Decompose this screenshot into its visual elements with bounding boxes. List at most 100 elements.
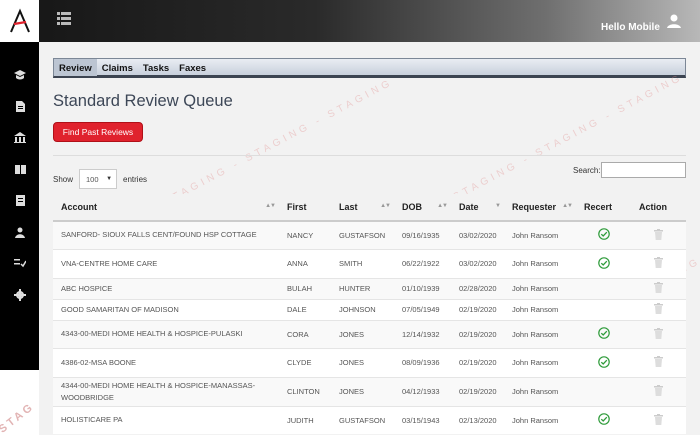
dob-cell: 03/15/1943 bbox=[394, 405, 451, 434]
column-header[interactable]: DOB ▲▼ bbox=[394, 194, 451, 222]
document-icon[interactable] bbox=[13, 99, 27, 113]
search-label: Search: bbox=[573, 166, 601, 175]
date-cell: 02/28/2020 bbox=[451, 277, 504, 299]
check-circle-icon bbox=[597, 327, 610, 341]
user-icon[interactable] bbox=[666, 13, 682, 34]
trash-icon[interactable] bbox=[654, 385, 663, 398]
trash-icon[interactable] bbox=[654, 303, 663, 316]
entries-select[interactable]: 100 ▼ bbox=[79, 169, 118, 189]
table-row[interactable]: HOLISTICARE PA JUDITH GUSTAFSON 03/15/1943 0… bbox=[53, 405, 686, 434]
column-header-label: Account bbox=[61, 202, 97, 212]
requester-cell: John Ransom bbox=[504, 248, 576, 278]
date-cell: 02/19/2020 bbox=[451, 376, 504, 406]
date-cell: 03/02/2020 bbox=[451, 220, 504, 249]
table-row[interactable]: 4343-00-MEDI HOME HEALTH & HOSPICE-PULAS… bbox=[53, 319, 686, 348]
tab-review[interactable]: Review bbox=[54, 59, 97, 76]
sort-icon[interactable]: ▼ bbox=[495, 203, 501, 209]
last-name-cell: GUSTAFSON bbox=[331, 220, 394, 249]
sidebar bbox=[0, 42, 39, 370]
last-name-cell: GUSTAFSON bbox=[331, 405, 394, 434]
date-cell: 02/19/2020 bbox=[451, 319, 504, 348]
graduation-cap-icon[interactable] bbox=[13, 68, 27, 82]
entries-value: 100 bbox=[86, 174, 99, 184]
book-icon[interactable] bbox=[13, 162, 27, 176]
column-header-label: DOB bbox=[402, 202, 422, 212]
tab-tasks[interactable]: Tasks bbox=[138, 59, 174, 76]
first-name-cell: NANCY bbox=[279, 220, 331, 249]
gear-icon[interactable] bbox=[13, 288, 27, 302]
last-name-cell: JOHNSON bbox=[331, 298, 394, 320]
trash-icon[interactable] bbox=[654, 228, 663, 242]
person-icon[interactable] bbox=[13, 225, 27, 239]
recert-cell bbox=[576, 405, 631, 434]
recert-cell bbox=[576, 277, 631, 299]
column-header[interactable]: Recert bbox=[576, 194, 631, 222]
tab-faxes[interactable]: Faxes bbox=[174, 59, 211, 76]
sort-icon[interactable]: ▲▼ bbox=[562, 203, 573, 209]
page-title: Standard Review Queue bbox=[53, 92, 233, 110]
date-cell: 02/13/2020 bbox=[451, 405, 504, 434]
table-row[interactable]: GOOD SAMARITAN OF MADISON DALE JOHNSON 07/0… bbox=[53, 298, 686, 320]
app-logo[interactable] bbox=[0, 0, 39, 42]
account-cell: SANFORD- SIOUX FALLS CENT/FOUND HSP COTT… bbox=[53, 220, 279, 249]
column-header[interactable]: Date ▼ bbox=[451, 194, 504, 222]
trash-icon[interactable] bbox=[654, 356, 663, 369]
action-cell bbox=[631, 376, 686, 406]
column-header[interactable]: Requester ▲▼ bbox=[504, 194, 576, 222]
account-cell: ABC HOSPICE bbox=[53, 277, 279, 299]
action-cell bbox=[631, 220, 686, 249]
action-cell bbox=[631, 319, 686, 348]
action-cell bbox=[631, 248, 686, 278]
recert-cell bbox=[576, 248, 631, 278]
table-row[interactable]: SANFORD- SIOUX FALLS CENT/FOUND HSP COTT… bbox=[53, 220, 686, 249]
entries-label: entries bbox=[123, 174, 148, 184]
sort-icon[interactable]: ▲▼ bbox=[380, 203, 391, 209]
account-cell: 4343-00-MEDI HOME HEALTH & HOSPICE-PULAS… bbox=[53, 319, 279, 348]
trash-icon[interactable] bbox=[654, 413, 663, 427]
check-circle-icon bbox=[597, 228, 610, 242]
action-cell bbox=[631, 405, 686, 434]
column-header[interactable]: First bbox=[279, 194, 331, 222]
dob-cell: 08/09/1936 bbox=[394, 347, 451, 377]
sort-icon[interactable]: ▲▼ bbox=[437, 203, 448, 209]
column-header[interactable]: Account ▲▼ bbox=[53, 194, 279, 222]
search-input[interactable] bbox=[601, 162, 686, 178]
first-name-cell: BULAH bbox=[279, 277, 331, 299]
table-row[interactable]: 4386-02-MSA BOONE CLYDE JONES 08/09/1936 02/… bbox=[53, 347, 686, 377]
requester-cell: John Ransom bbox=[504, 405, 576, 434]
last-name-cell: JONES bbox=[331, 319, 394, 348]
trash-icon[interactable] bbox=[654, 282, 663, 295]
table-row[interactable]: VNA-CENTRE HOME CARE ANNA SMITH 06/22/1922 0… bbox=[53, 248, 686, 278]
list-check-icon[interactable] bbox=[13, 256, 27, 270]
trash-icon[interactable] bbox=[654, 257, 663, 270]
table-row[interactable]: ABC HOSPICE BULAH HUNTER 01/10/1939 02/28/20… bbox=[53, 277, 686, 299]
last-name-cell: JONES bbox=[331, 347, 394, 377]
recert-cell bbox=[576, 220, 631, 249]
file-icon[interactable] bbox=[13, 193, 27, 207]
requester-cell: John Ransom bbox=[504, 298, 576, 320]
column-header[interactable]: Last ▲▼ bbox=[331, 194, 394, 222]
requester-cell: John Ransom bbox=[504, 347, 576, 377]
date-cell: 03/02/2020 bbox=[451, 248, 504, 278]
trash-icon[interactable] bbox=[654, 327, 663, 341]
action-cell bbox=[631, 277, 686, 299]
first-name-cell: DALE bbox=[279, 298, 331, 320]
first-name-cell: ANNA bbox=[279, 248, 331, 278]
dob-cell: 07/05/1949 bbox=[394, 298, 451, 320]
building-icon[interactable] bbox=[13, 130, 27, 144]
tab-claims[interactable]: Claims bbox=[97, 59, 138, 76]
check-circle-icon bbox=[597, 256, 610, 271]
greeting-text: Hello Mobile bbox=[601, 22, 660, 33]
account-cell: GOOD SAMARITAN OF MADISON bbox=[53, 298, 279, 320]
first-name-cell: CLYDE bbox=[279, 347, 331, 377]
first-name-cell: JUDITH bbox=[279, 405, 331, 434]
first-name-cell: CORA bbox=[279, 319, 331, 348]
table-row[interactable]: 4344-00-MEDI HOME HEALTH & HOSPICE-MANAS… bbox=[53, 376, 686, 406]
column-header-label: Date bbox=[459, 202, 479, 212]
action-cell bbox=[631, 298, 686, 320]
logo-icon bbox=[9, 8, 30, 33]
dob-cell: 01/10/1939 bbox=[394, 277, 451, 299]
menu-grid-icon[interactable] bbox=[57, 12, 71, 31]
find-past-reviews-button[interactable]: Find Past Reviews bbox=[53, 122, 143, 142]
sort-icon[interactable]: ▲▼ bbox=[265, 203, 276, 209]
